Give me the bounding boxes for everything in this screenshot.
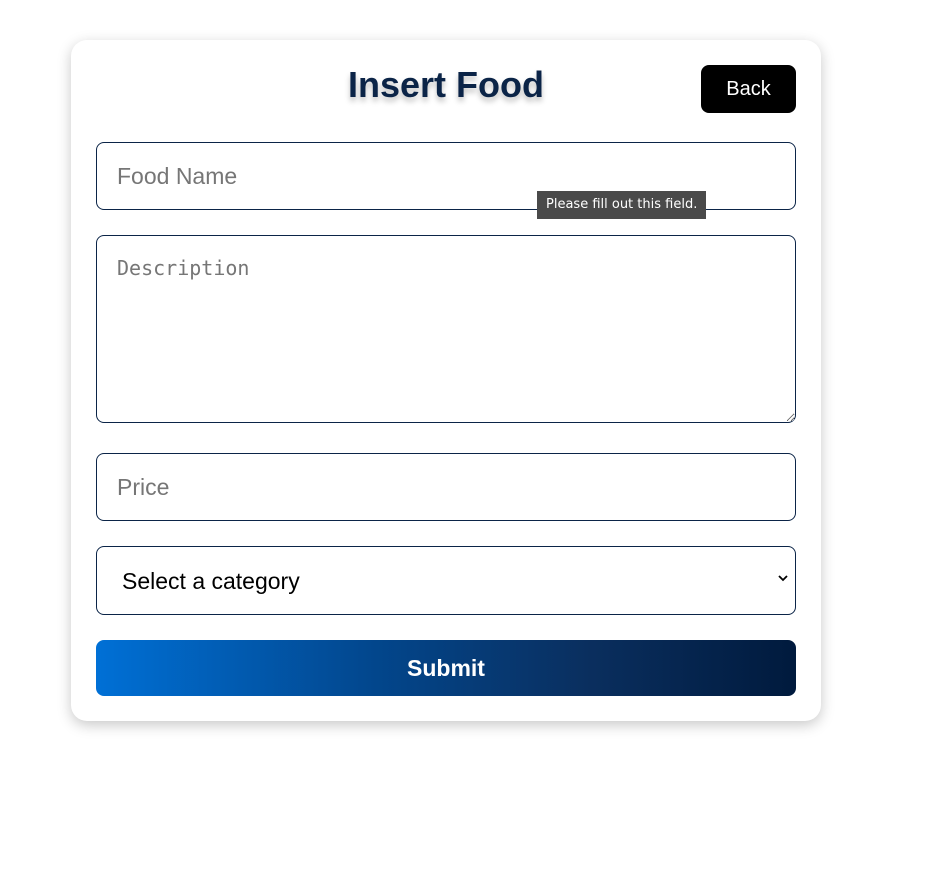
back-button[interactable]: Back (701, 65, 796, 113)
price-input[interactable] (96, 453, 796, 521)
category-select[interactable]: Select a category (96, 546, 796, 615)
description-textarea[interactable] (96, 235, 796, 423)
submit-button[interactable]: Submit (96, 640, 796, 696)
validation-tooltip: Please fill out this field. (537, 191, 707, 219)
insert-food-card: Insert Food Back Select a category Submi… (71, 40, 821, 721)
